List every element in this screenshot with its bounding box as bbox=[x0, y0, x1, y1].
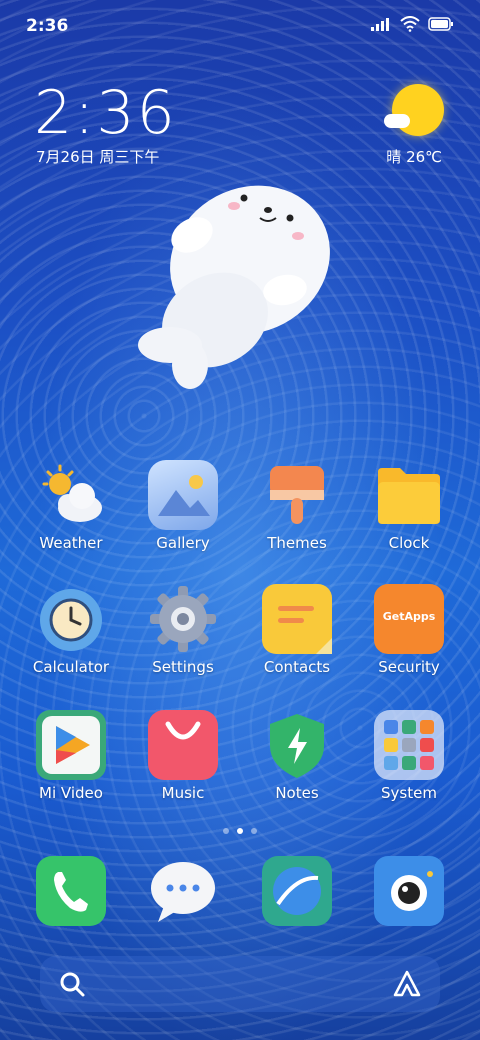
search-icon[interactable] bbox=[58, 970, 86, 998]
app-gallery-label: Gallery bbox=[156, 534, 210, 552]
dock-camera[interactable] bbox=[354, 856, 464, 926]
weather-widget-summary: 晴 26℃ bbox=[386, 148, 442, 166]
page-indicator[interactable] bbox=[0, 828, 480, 834]
dock-phone[interactable] bbox=[16, 856, 126, 926]
page-dot bbox=[251, 828, 257, 834]
app-settings-label: Settings bbox=[152, 658, 214, 676]
app-mi-video[interactable]: Mi Video bbox=[16, 710, 126, 802]
app-themes-label: Themes bbox=[267, 534, 327, 552]
status-time: 2:36 bbox=[26, 16, 69, 36]
getapps-bag-icon: GetApps bbox=[374, 584, 444, 654]
messages-icon bbox=[148, 856, 218, 926]
shield-icon bbox=[262, 710, 332, 780]
cloud-icon bbox=[384, 114, 410, 128]
app-music-label: Music bbox=[161, 784, 205, 802]
camera-icon bbox=[374, 856, 444, 926]
app-contacts[interactable]: Contacts bbox=[242, 584, 352, 676]
app-weather-label: Weather bbox=[39, 534, 103, 552]
play-icon bbox=[36, 710, 106, 780]
app-themes[interactable]: Themes bbox=[242, 460, 352, 552]
signal-icon bbox=[371, 18, 389, 31]
settings-gear-icon bbox=[148, 584, 218, 654]
folder-grid-icon bbox=[374, 710, 444, 780]
seal-illustration bbox=[138, 185, 330, 389]
bottom-bar bbox=[40, 956, 440, 1012]
app-gallery[interactable]: Gallery bbox=[128, 460, 238, 552]
app-settings[interactable]: Settings bbox=[128, 584, 238, 676]
app-notes-label: Notes bbox=[275, 784, 319, 802]
browser-icon bbox=[262, 856, 332, 926]
gallery-icon bbox=[148, 460, 218, 530]
app-security[interactable]: GetApps Security bbox=[354, 584, 464, 676]
app-clock[interactable]: Clock bbox=[354, 460, 464, 552]
notes-icon bbox=[262, 584, 332, 654]
app-system-folder-label: System bbox=[381, 784, 437, 802]
status-icons bbox=[370, 16, 454, 32]
folder-icon bbox=[374, 460, 444, 530]
dock-messages[interactable] bbox=[128, 856, 238, 926]
battery-icon bbox=[428, 17, 453, 31]
shopping-bag-icon bbox=[148, 710, 218, 780]
app-contacts-label: Contacts bbox=[263, 658, 331, 676]
status-bar: 2:36 bbox=[0, 0, 480, 50]
page-dot bbox=[223, 828, 229, 834]
dock bbox=[0, 856, 480, 936]
wifi-icon bbox=[400, 16, 420, 32]
app-music[interactable]: Music bbox=[128, 710, 238, 802]
app-security-label: Security bbox=[378, 658, 440, 676]
sun-icon[interactable] bbox=[392, 84, 444, 136]
dock-browser[interactable] bbox=[242, 856, 352, 926]
clock-icon bbox=[36, 584, 106, 654]
app-mi-video-label: Mi Video bbox=[39, 784, 103, 802]
app-system-folder[interactable]: System bbox=[354, 710, 464, 802]
app-weather[interactable]: Weather bbox=[16, 460, 126, 552]
app-calculator[interactable]: Calculator bbox=[16, 584, 126, 676]
app-calculator-label: Calculator bbox=[32, 658, 110, 676]
phone-icon bbox=[36, 856, 106, 926]
page-dot-active bbox=[237, 828, 243, 834]
getapps-badge-text: GetApps bbox=[382, 610, 436, 623]
app-clock-label: Clock bbox=[388, 534, 430, 552]
themes-icon bbox=[262, 460, 332, 530]
app-notes[interactable]: Notes bbox=[242, 710, 352, 802]
clock-widget-time[interactable]: 2:36 bbox=[34, 78, 177, 148]
weather-icon bbox=[36, 460, 106, 530]
app-vault-icon[interactable] bbox=[392, 969, 422, 999]
